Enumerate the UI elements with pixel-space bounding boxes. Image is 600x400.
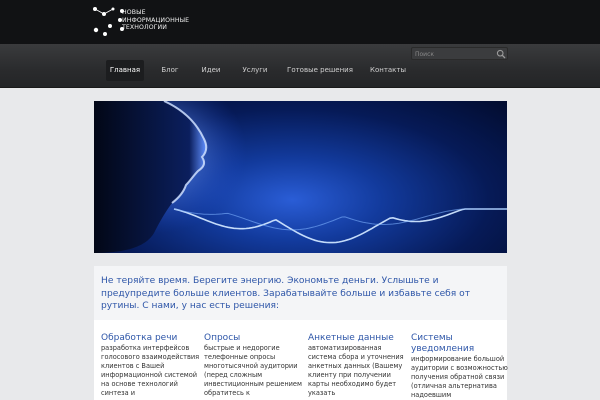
feature-title-speech[interactable]: Обработка речи (101, 333, 201, 344)
feature-card: Анкетные данные автоматизированная систе… (308, 333, 408, 398)
feature-text: быстрые и недорогие телефонные опросы мн… (204, 344, 302, 397)
feature-card: Опросы быстрые и недорогие телефонные оп… (204, 333, 304, 398)
top-bar (0, 0, 600, 44)
feature-title-forms[interactable]: Анкетные данные (308, 333, 408, 344)
search-box (411, 47, 508, 60)
feature-text: разработка интерфейсов голосового взаимо… (101, 344, 200, 397)
intro-box: Не теряйте время. Берегите энергию. Экон… (94, 266, 507, 320)
feature-text: информирование большой аудитории с возмо… (411, 355, 508, 399)
search-icon[interactable] (496, 49, 506, 59)
logo-line: ИНФОРМАЦИОННЫЕ (122, 16, 190, 24)
search-input[interactable] (415, 49, 491, 59)
feature-title-surveys[interactable]: Опросы (204, 333, 304, 344)
nav-item-contacts[interactable]: Контакты (366, 60, 410, 81)
hero-banner (94, 101, 507, 253)
nav-item-services[interactable]: Услуги (238, 60, 272, 81)
feature-card: Обработка речи разработка интерфейсов го… (101, 333, 201, 398)
intro-text: Не теряйте время. Берегите энергию. Экон… (101, 276, 471, 311)
feature-title-notifications[interactable]: Системы уведомления (411, 333, 511, 355)
feature-card: Системы уведомления информирование больш… (411, 333, 511, 400)
hero-image (94, 101, 507, 253)
logo-line: НОВЫЕ (122, 9, 146, 16)
logo-line: ТЕХНОЛОГИИ (122, 24, 168, 31)
nav-item-solutions[interactable]: Готовые решения (286, 60, 354, 81)
nav-item-blog[interactable]: Блог (156, 60, 184, 81)
feature-text: автоматизированная система сбора и уточн… (308, 344, 404, 397)
nav-item-ideas[interactable]: Идеи (196, 60, 226, 81)
nav-item-home[interactable]: Главная (106, 60, 144, 81)
logo-text: НОВЫЕ ИНФОРМАЦИОННЫЕ ТЕХНОЛОГИИ (122, 9, 189, 32)
